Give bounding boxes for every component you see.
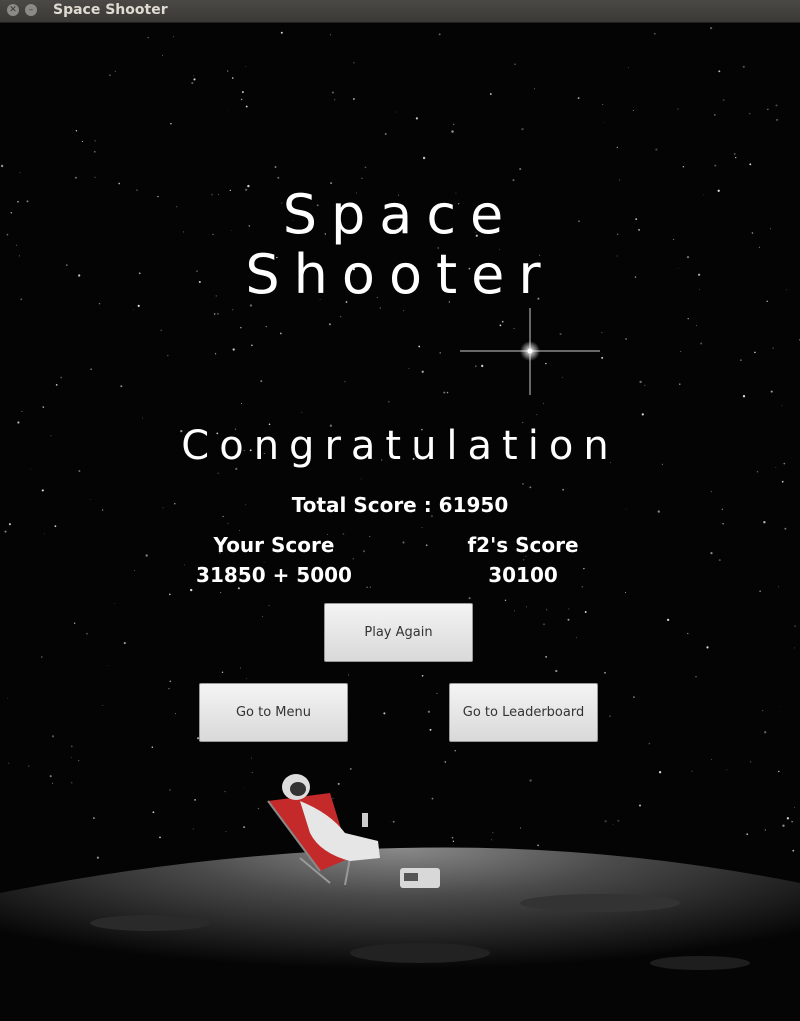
player-score-value: 31850 + 5000 xyxy=(196,563,352,587)
window-titlebar: ✕ – Space Shooter xyxy=(0,0,800,23)
go-to-leaderboard-button[interactable]: Go to Leaderboard xyxy=(449,683,598,742)
result-message: Congratulation xyxy=(181,423,619,469)
game-title-line-1: Space xyxy=(282,183,518,246)
player-score-label: Your Score xyxy=(213,533,335,557)
app-window: ✕ – Space Shooter Space Shooter Congratu… xyxy=(0,0,800,1021)
game-scene: Space Shooter Congratulation Total Score… xyxy=(0,23,800,1021)
partner-score-value: 30100 xyxy=(488,563,558,587)
game-title-line-2: Shooter xyxy=(245,243,555,306)
minimize-window-button[interactable]: – xyxy=(25,4,37,16)
space-background-image xyxy=(0,23,800,1021)
go-to-menu-button[interactable]: Go to Menu xyxy=(199,683,348,742)
total-score: Total Score : 61950 xyxy=(291,493,509,517)
partner-score-label: f2's Score xyxy=(467,533,579,557)
window-title: Space Shooter xyxy=(53,2,168,18)
close-window-button[interactable]: ✕ xyxy=(7,4,19,16)
play-again-button[interactable]: Play Again xyxy=(324,603,473,662)
